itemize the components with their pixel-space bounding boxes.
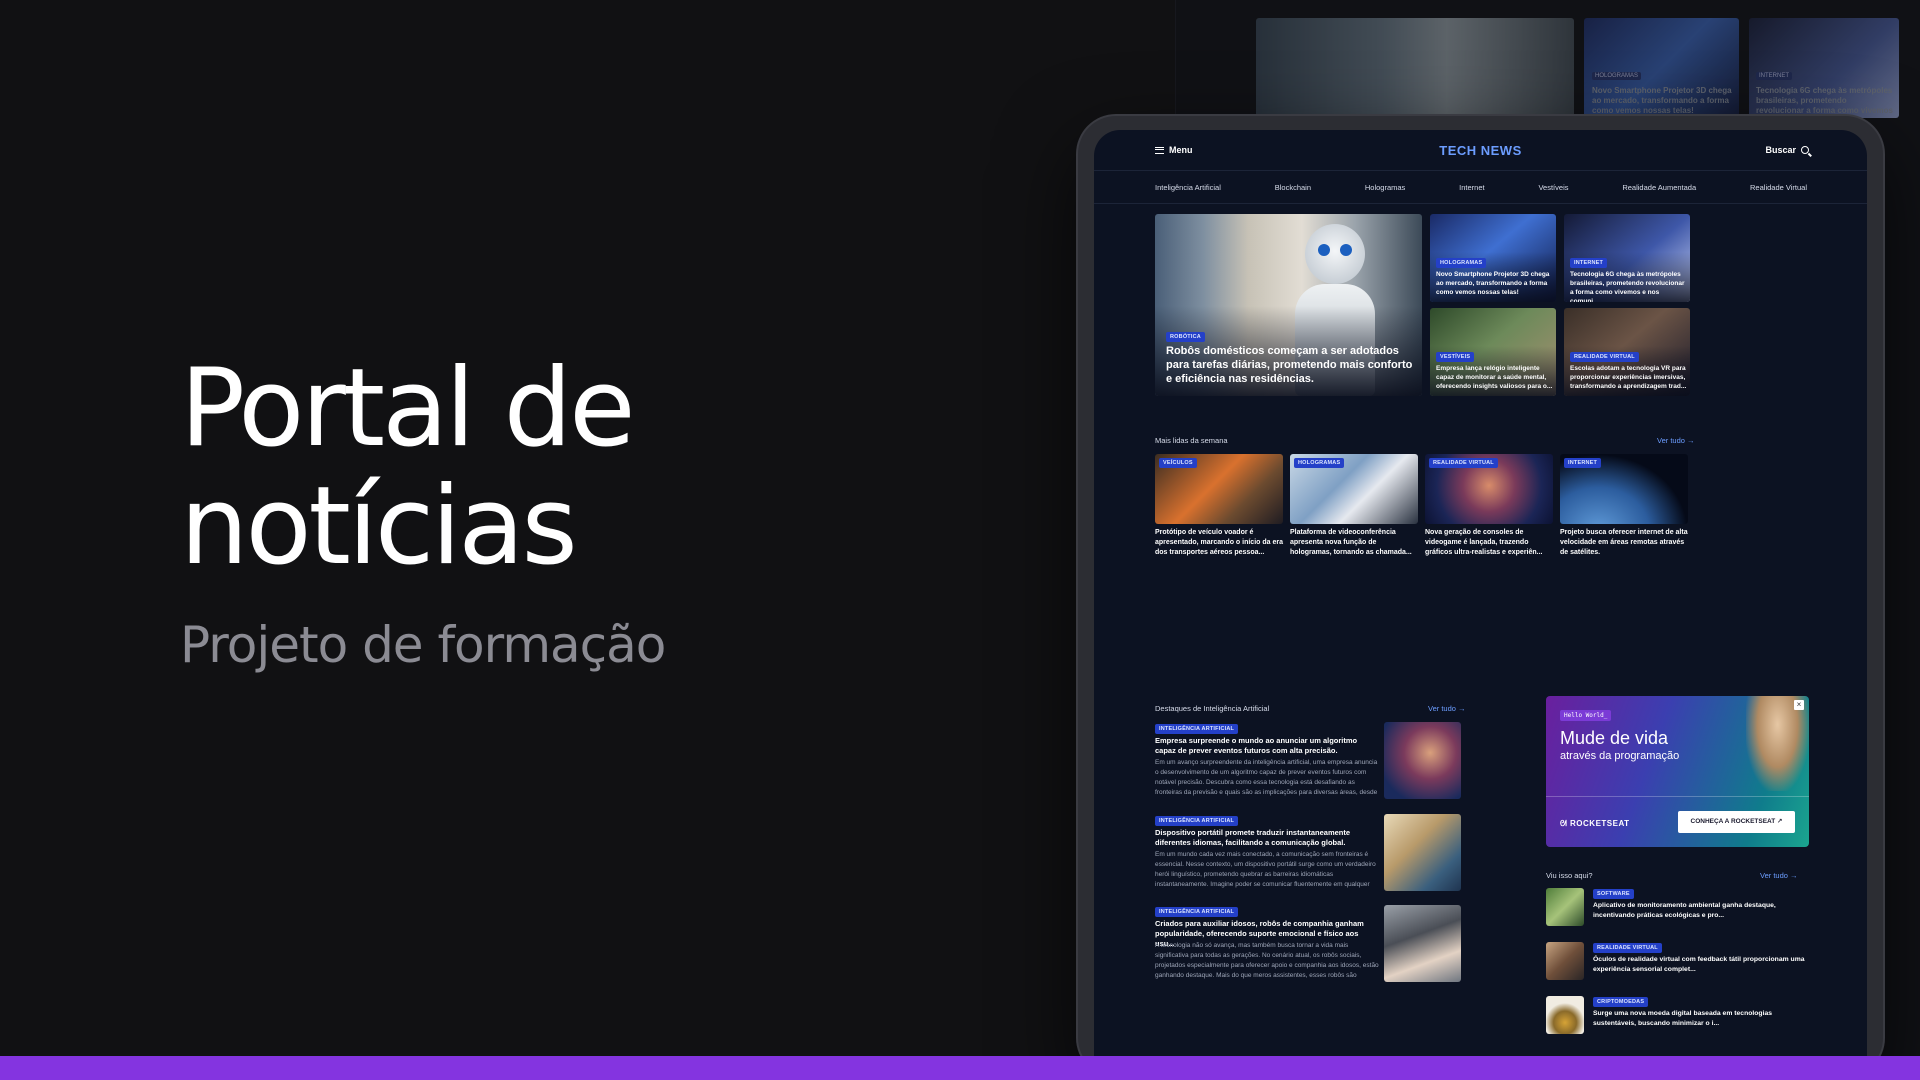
category-tag: INTELIGÊNCIA ARTIFICIAL bbox=[1155, 816, 1239, 826]
search-label: Buscar bbox=[1765, 145, 1796, 155]
category-tag: REALIDADE VIRTUAL bbox=[1570, 352, 1639, 362]
item-thumbnail bbox=[1546, 996, 1584, 1034]
category-tag: VEÍCULOS bbox=[1159, 458, 1197, 468]
featured-side-card[interactable]: HOLOGRAMAS Novo Smartphone Projetor 3D c… bbox=[1430, 214, 1556, 302]
site-logo[interactable]: TECH NEWS bbox=[1094, 143, 1867, 158]
featured-side-title: Novo Smartphone Projetor 3D chega ao mer… bbox=[1436, 271, 1550, 296]
article-title: Empresa surpreende o mundo ao anunciar u… bbox=[1155, 736, 1358, 755]
featured-side-title: Tecnologia 6G chega às metrópoles brasil… bbox=[1570, 271, 1685, 302]
article-thumbnail bbox=[1384, 814, 1461, 891]
category-tag: ROBÓTICA bbox=[1166, 332, 1205, 342]
category-link[interactable]: Blockchain bbox=[1275, 183, 1311, 192]
category-link[interactable]: Realidade Virtual bbox=[1750, 183, 1807, 192]
ad-person-image bbox=[1746, 696, 1809, 791]
category-link[interactable]: Realidade Aumentada bbox=[1622, 183, 1696, 192]
bottom-accent-bar bbox=[0, 1056, 1920, 1080]
hero-title-line1: Portal de bbox=[180, 346, 636, 471]
category-tag: INTELIGÊNCIA ARTIFICIAL bbox=[1155, 724, 1239, 734]
most-read-card[interactable]: HOLOGRAMAS Plataforma de videoconferênci… bbox=[1290, 454, 1418, 569]
featured-side-title: Empresa lança relógio inteligente capaz … bbox=[1436, 365, 1553, 390]
rocketseat-logo-icon: ᘛ bbox=[1560, 819, 1571, 828]
most-read-title: Mais lidas da semana bbox=[1155, 436, 1228, 445]
category-tag: SOFTWARE bbox=[1593, 889, 1634, 899]
ai-article[interactable]: INTELIGÊNCIA ARTIFICIAL Criados para aux… bbox=[1155, 905, 1461, 987]
featured-side-card[interactable]: REALIDADE VIRTUAL Escolas adotam a tecno… bbox=[1564, 308, 1690, 396]
hero-title: Portal de notícias bbox=[180, 350, 740, 586]
ad-badge: Hello World_ bbox=[1560, 710, 1612, 721]
article-thumbnail bbox=[1384, 905, 1461, 982]
article-excerpt: A tecnologia não só avança, mas também b… bbox=[1155, 942, 1379, 979]
ghost-robot-image bbox=[1256, 18, 1574, 118]
category-tag: HOLOGRAMAS bbox=[1436, 258, 1487, 268]
category-tag: HOLOGRAMAS bbox=[1294, 458, 1345, 468]
seen-this-item[interactable]: CRIPTOMOEDAS Surge uma nova moeda digita… bbox=[1546, 996, 1809, 1036]
search-icon bbox=[1801, 146, 1809, 154]
category-tag: INTERNET bbox=[1564, 458, 1602, 468]
tablet-device: Menu TECH NEWS Buscar Inteligência Artif… bbox=[1078, 116, 1883, 1076]
featured-side-title: Escolas adotam a tecnologia VR para prop… bbox=[1570, 365, 1687, 390]
ai-highlights-see-all[interactable]: Ver tudo bbox=[1428, 704, 1466, 713]
ad-close-icon[interactable]: × bbox=[1794, 700, 1804, 710]
featured-main-title: Robôs domésticos começam a ser adotados … bbox=[1166, 345, 1413, 385]
featured-side-card[interactable]: VESTÍVEIS Empresa lança relógio intelige… bbox=[1430, 308, 1556, 396]
rocketseat-logo: ᘛ ROCKETSEAT bbox=[1560, 819, 1630, 829]
most-read-card[interactable]: INTERNET Projeto busca oferecer internet… bbox=[1560, 454, 1688, 569]
ad-subline: através da programação bbox=[1560, 750, 1680, 762]
robot-illustration bbox=[1305, 224, 1365, 284]
most-read-see-all[interactable]: Ver tudo bbox=[1657, 436, 1695, 445]
ad-brand: ROCKETSEAT bbox=[1570, 819, 1630, 828]
category-nav: Inteligência Artificial Blockchain Holog… bbox=[1094, 170, 1867, 204]
article-title: Dispositivo portátil promete traduzir in… bbox=[1155, 828, 1351, 847]
card-title: Protótipo de veículo voador é apresentad… bbox=[1155, 529, 1283, 556]
item-title: Surge uma nova moeda digital baseada em … bbox=[1593, 1010, 1773, 1027]
robot-eye bbox=[1318, 244, 1330, 256]
item-thumbnail bbox=[1546, 942, 1584, 980]
news-portal-screen: Menu TECH NEWS Buscar Inteligência Artif… bbox=[1094, 130, 1867, 1076]
ghost-tag: INTERNET bbox=[1756, 72, 1792, 80]
seen-this-item[interactable]: SOFTWARE Aplicativo de monitoramento amb… bbox=[1546, 888, 1809, 928]
article-excerpt: Em um mundo cada vez mais conectado, a c… bbox=[1155, 851, 1376, 888]
category-link[interactable]: Vestíveis bbox=[1538, 183, 1568, 192]
hero-title-line2: notícias bbox=[180, 464, 578, 589]
ghost-title: Novo Smartphone Projetor 3D chega ao mer… bbox=[1592, 86, 1732, 115]
most-read-card[interactable]: VEÍCULOS Protótipo de veículo voador é a… bbox=[1155, 454, 1283, 569]
card-title: Projeto busca oferecer internet de alta … bbox=[1560, 529, 1688, 556]
category-tag: REALIDADE VIRTUAL bbox=[1429, 458, 1498, 468]
category-tag: INTELIGÊNCIA ARTIFICIAL bbox=[1155, 907, 1239, 917]
category-tag: CRIPTOMOEDAS bbox=[1593, 997, 1649, 1007]
card-title: Plataforma de videoconferência apresenta… bbox=[1290, 529, 1412, 556]
featured-main-card[interactable]: ROBÓTICA Robôs domésticos começam a ser … bbox=[1155, 214, 1422, 396]
ai-article[interactable]: INTELIGÊNCIA ARTIFICIAL Empresa surpreen… bbox=[1155, 722, 1461, 804]
article-excerpt: Em um avanço surpreendente da inteligênc… bbox=[1155, 759, 1378, 796]
robot-eye bbox=[1340, 244, 1352, 256]
featured-side-card[interactable]: INTERNET Tecnologia 6G chega às metrópol… bbox=[1564, 214, 1690, 302]
category-tag: INTERNET bbox=[1570, 258, 1608, 268]
search-button[interactable]: Buscar bbox=[1765, 145, 1809, 155]
card-title: Nova geração de consoles de videogame é … bbox=[1425, 529, 1543, 556]
rocketseat-ad[interactable]: Hello World_ Mude de vida através da pro… bbox=[1546, 696, 1809, 847]
ad-headline: Mude de vida bbox=[1560, 728, 1669, 748]
hero-subtitle: Projeto de formação bbox=[180, 616, 666, 674]
ai-article[interactable]: INTELIGÊNCIA ARTIFICIAL Dispositivo port… bbox=[1155, 814, 1461, 896]
category-tag: REALIDADE VIRTUAL bbox=[1593, 943, 1662, 953]
item-thumbnail bbox=[1546, 888, 1584, 926]
ad-cta-button[interactable]: CONHEÇA A ROCKETSEAT ↗ bbox=[1678, 811, 1795, 833]
category-link[interactable]: Inteligência Artificial bbox=[1155, 183, 1221, 192]
seen-this-see-all[interactable]: Ver tudo bbox=[1760, 871, 1798, 880]
article-thumbnail bbox=[1384, 722, 1461, 799]
ai-highlights-title: Destaques de Inteligência Artificial bbox=[1155, 704, 1270, 713]
item-title: Aplicativo de monitoramento ambiental ga… bbox=[1593, 902, 1776, 919]
ad-divider bbox=[1546, 796, 1809, 797]
category-link[interactable]: Internet bbox=[1459, 183, 1484, 192]
item-title: Óculos de realidade virtual com feedback… bbox=[1593, 956, 1805, 973]
top-bar: Menu TECH NEWS Buscar bbox=[1094, 130, 1867, 170]
seen-this-item[interactable]: REALIDADE VIRTUAL Óculos de realidade vi… bbox=[1546, 942, 1809, 982]
ghost-tag: HOLOGRAMAS bbox=[1592, 72, 1642, 80]
category-tag: VESTÍVEIS bbox=[1436, 352, 1475, 362]
category-link[interactable]: Hologramas bbox=[1365, 183, 1405, 192]
most-read-card[interactable]: REALIDADE VIRTUAL Nova geração de consol… bbox=[1425, 454, 1553, 569]
ghost-title: Tecnologia 6G chega às metrópoles brasil… bbox=[1756, 86, 1893, 115]
seen-this-title: Viu isso aqui? bbox=[1546, 871, 1593, 880]
